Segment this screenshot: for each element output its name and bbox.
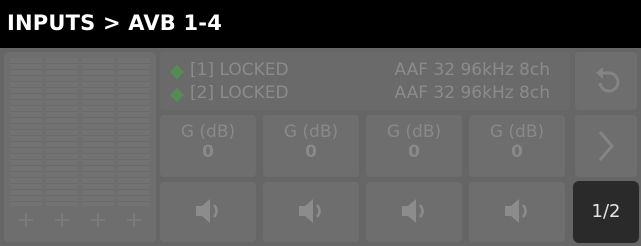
gain-control[interactable]: G (dB) 0 xyxy=(366,115,462,177)
page-toggle-button[interactable]: 1/2 xyxy=(573,181,639,243)
meter-area: + + + + xyxy=(4,52,156,242)
add-channel-button[interactable]: + xyxy=(46,208,78,233)
level-meter xyxy=(118,58,150,206)
gain-value: 0 xyxy=(305,142,317,162)
speaker-icon xyxy=(402,199,424,223)
mute-button[interactable] xyxy=(263,182,359,242)
add-channel-button[interactable]: + xyxy=(82,208,114,233)
next-button[interactable] xyxy=(575,115,637,177)
undo-arrow-icon xyxy=(596,67,620,93)
lock-status-icon xyxy=(169,87,185,103)
stream-status-row: [1] LOCKED AAF 32 96kHz 8ch xyxy=(169,60,560,82)
lock-status-icon xyxy=(169,64,185,80)
gain-label: G (dB) xyxy=(489,122,545,142)
level-meter xyxy=(10,58,42,206)
gain-label: G (dB) xyxy=(386,122,442,142)
gain-value: 0 xyxy=(202,142,214,162)
stream-format: AAF 32 96kHz 8ch xyxy=(394,60,550,80)
speaker-icon xyxy=(505,199,527,223)
gain-value: 0 xyxy=(408,142,420,162)
stream-format: AAF 32 96kHz 8ch xyxy=(394,83,550,103)
page-indicator: 1/2 xyxy=(591,201,621,222)
speaker-icon xyxy=(196,199,218,223)
gain-label: G (dB) xyxy=(283,122,339,142)
add-channel-button[interactable]: + xyxy=(118,208,150,233)
mute-button[interactable] xyxy=(160,182,256,242)
gain-control[interactable]: G (dB) 0 xyxy=(263,115,359,177)
gain-label: G (dB) xyxy=(180,122,236,142)
mute-button[interactable] xyxy=(469,182,565,242)
gain-control[interactable]: G (dB) 0 xyxy=(469,115,565,177)
speaker-icon xyxy=(299,199,321,223)
page-title: INPUTS > AVB 1-4 xyxy=(7,11,223,35)
level-meter xyxy=(82,58,114,206)
stream-status-panel: [1] LOCKED AAF 32 96kHz 8ch [2] LOCKED A… xyxy=(160,52,570,110)
gain-control[interactable]: G (dB) 0 xyxy=(160,115,256,177)
back-button[interactable] xyxy=(575,52,637,110)
gain-value: 0 xyxy=(511,142,523,162)
mute-button[interactable] xyxy=(366,182,462,242)
chevron-right-icon xyxy=(598,131,614,161)
stream-status-row: [2] LOCKED AAF 32 96kHz 8ch xyxy=(169,83,560,105)
level-meter xyxy=(46,58,78,206)
stream-lock-label: [1] LOCKED xyxy=(190,60,289,80)
add-channel-button[interactable]: + xyxy=(10,208,42,233)
title-bar: INPUTS > AVB 1-4 xyxy=(0,0,641,48)
stream-lock-label: [2] LOCKED xyxy=(190,83,289,103)
